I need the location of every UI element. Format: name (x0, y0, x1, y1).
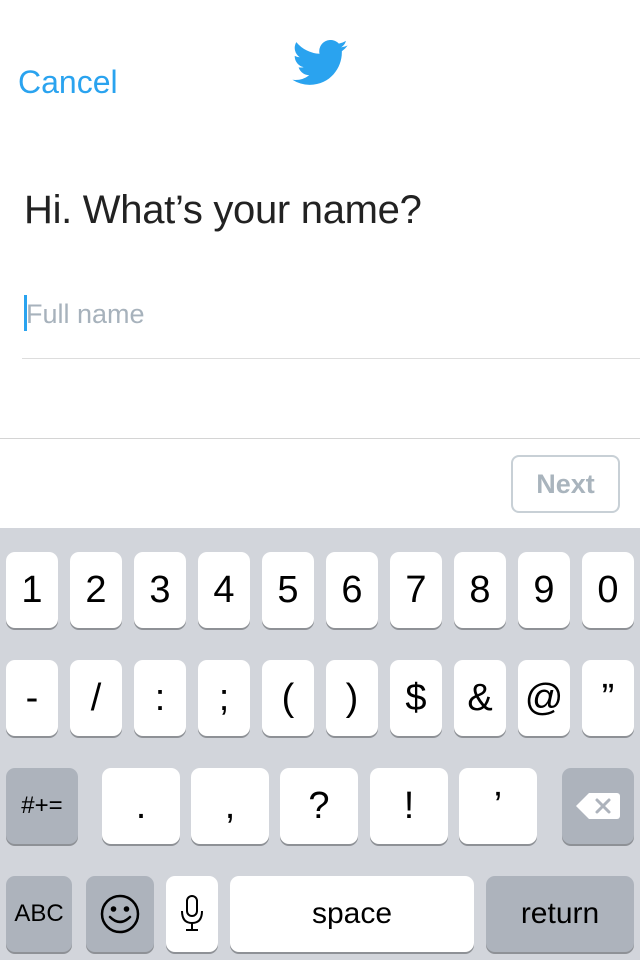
keyboard: 1 2 3 4 5 6 7 8 9 0 - / : ; ( ) $ & @ ” … (0, 528, 640, 960)
key-period[interactable]: . (102, 768, 180, 844)
key-exclamation[interactable]: ! (370, 768, 448, 844)
key-quote[interactable]: ” (582, 660, 634, 736)
emoji-icon (100, 894, 140, 934)
key-colon[interactable]: : (134, 660, 186, 736)
abc-key[interactable]: ABC (6, 876, 72, 952)
key-0[interactable]: 0 (582, 552, 634, 628)
symbols-toggle-key[interactable]: #+= (6, 768, 78, 844)
key-3[interactable]: 3 (134, 552, 186, 628)
key-slash[interactable]: / (70, 660, 122, 736)
key-7[interactable]: 7 (390, 552, 442, 628)
emoji-key[interactable] (86, 876, 154, 952)
key-apostrophe[interactable]: ’ (459, 768, 537, 844)
key-question[interactable]: ? (280, 768, 358, 844)
key-2[interactable]: 2 (70, 552, 122, 628)
key-8[interactable]: 8 (454, 552, 506, 628)
key-semicolon[interactable]: ; (198, 660, 250, 736)
space-key[interactable]: space (230, 876, 474, 952)
backspace-key[interactable] (562, 768, 634, 844)
next-button[interactable]: Next (511, 455, 620, 513)
microphone-icon (181, 895, 203, 931)
key-5[interactable]: 5 (262, 552, 314, 628)
key-1[interactable]: 1 (6, 552, 58, 628)
key-dollar[interactable]: $ (390, 660, 442, 736)
page-title: Hi. What’s your name? (24, 188, 422, 232)
key-ampersand[interactable]: & (454, 660, 506, 736)
key-4[interactable]: 4 (198, 552, 250, 628)
input-underline (22, 358, 640, 359)
key-comma[interactable]: , (191, 768, 269, 844)
key-open-paren[interactable]: ( (262, 660, 314, 736)
key-9[interactable]: 9 (518, 552, 570, 628)
action-bar-divider (0, 438, 640, 439)
twitter-bird-icon (292, 40, 348, 85)
key-hyphen[interactable]: - (6, 660, 58, 736)
dictation-key[interactable] (166, 876, 218, 952)
key-close-paren[interactable]: ) (326, 660, 378, 736)
full-name-input[interactable] (24, 294, 624, 334)
key-6[interactable]: 6 (326, 552, 378, 628)
cancel-button[interactable]: Cancel (18, 64, 118, 101)
backspace-icon (576, 793, 620, 819)
key-at[interactable]: @ (518, 660, 570, 736)
return-key[interactable]: return (486, 876, 634, 952)
